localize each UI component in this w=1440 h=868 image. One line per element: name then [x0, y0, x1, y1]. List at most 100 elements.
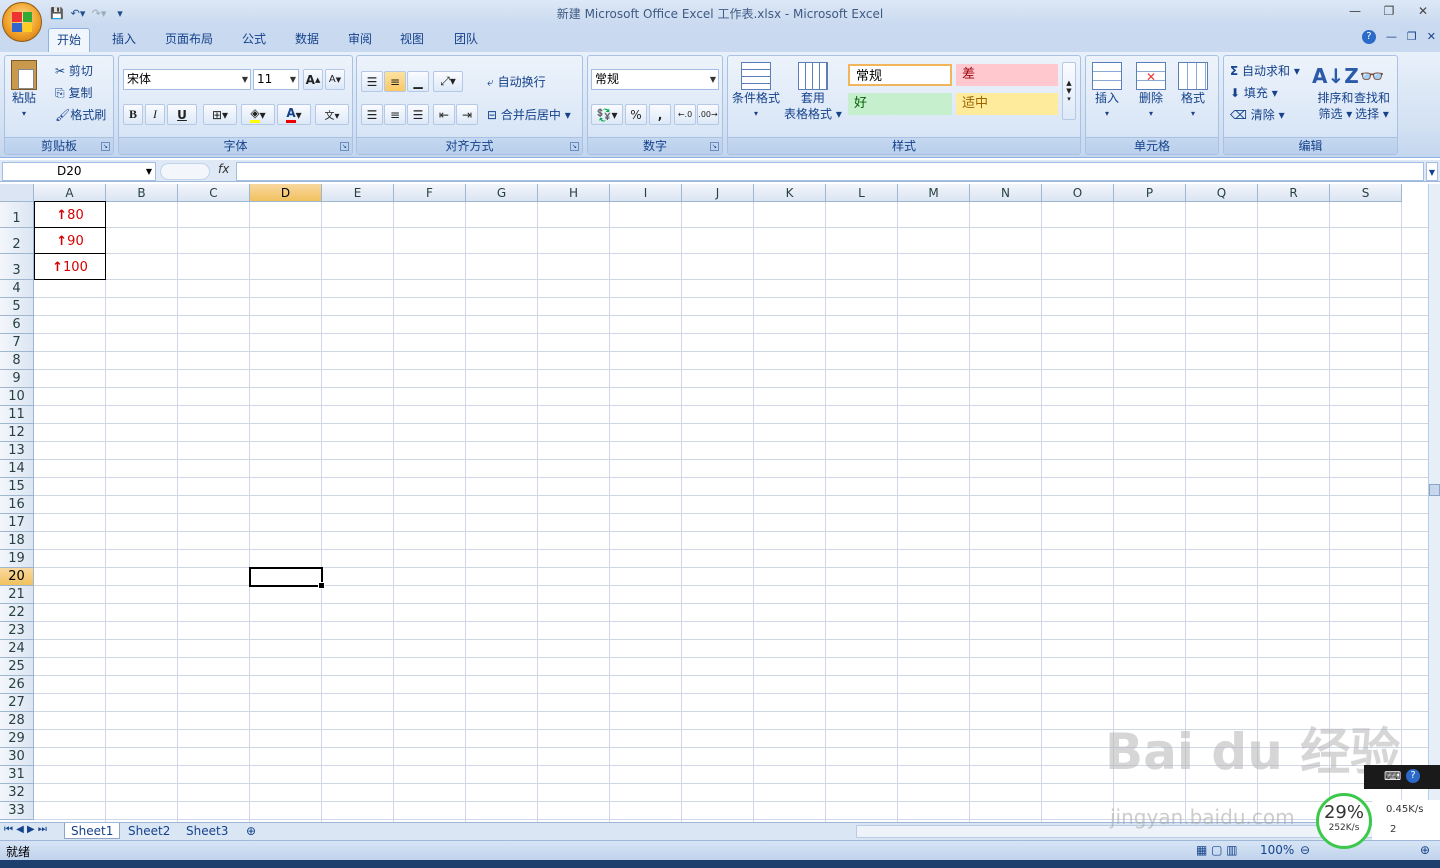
- row-header-26[interactable]: 26: [0, 676, 34, 694]
- scroll-thumb[interactable]: [1429, 484, 1440, 496]
- format-as-table-button[interactable]: 套用 表格格式 ▾: [784, 62, 842, 122]
- cell-A1[interactable]: ↑80: [34, 201, 106, 228]
- row-header-1[interactable]: 1: [0, 202, 34, 228]
- close-button[interactable]: ✕: [1406, 2, 1440, 22]
- italic-button[interactable]: I: [145, 104, 165, 125]
- accounting-format-button[interactable]: 💱▾: [591, 104, 623, 125]
- expand-formula-bar-icon[interactable]: ▼: [1426, 162, 1438, 181]
- percent-button[interactable]: %: [625, 104, 647, 125]
- shrink-font-button[interactable]: A ▼: [325, 69, 345, 90]
- copy-button[interactable]: ⎘ 复制: [55, 84, 92, 101]
- zoom-level[interactable]: 100%: [1260, 843, 1294, 857]
- row-header-2[interactable]: 2: [0, 228, 34, 254]
- tab-formulas[interactable]: 公式: [234, 28, 274, 52]
- insert-sheet-icon[interactable]: ⊕: [240, 823, 262, 839]
- number-launcher-icon[interactable]: ↘: [710, 142, 719, 151]
- column-header-F[interactable]: F: [394, 184, 466, 202]
- style-normal[interactable]: 常规: [848, 64, 952, 86]
- align-right-button[interactable]: ☰: [407, 104, 429, 125]
- ime-help-icon[interactable]: ?: [1406, 769, 1420, 783]
- cell-A3[interactable]: ↑100: [34, 253, 106, 280]
- workbook-minimize-icon[interactable]: —: [1386, 30, 1397, 44]
- clear-button[interactable]: ⌫ 清除 ▾: [1230, 106, 1285, 123]
- style-neutral[interactable]: 适中: [956, 93, 1058, 115]
- row-header-33[interactable]: 33: [0, 802, 34, 820]
- wrap-text-button[interactable]: ⤶ 自动换行: [487, 73, 546, 90]
- insert-function-icon[interactable]: fx: [218, 162, 229, 176]
- row-header-31[interactable]: 31: [0, 766, 34, 784]
- fill-button[interactable]: ⬇ 填充 ▾: [1230, 84, 1278, 101]
- row-header-25[interactable]: 25: [0, 658, 34, 676]
- workbook-close-icon[interactable]: ✕: [1427, 30, 1436, 44]
- decrease-indent-button[interactable]: ⇤: [433, 104, 455, 125]
- formula-input[interactable]: [236, 162, 1424, 181]
- row-header-32[interactable]: 32: [0, 784, 34, 802]
- row-header-13[interactable]: 13: [0, 442, 34, 460]
- tab-team[interactable]: 团队: [446, 28, 486, 52]
- font-launcher-icon[interactable]: ↘: [340, 142, 349, 151]
- format-painter-button[interactable]: 🖌格式刷: [55, 106, 106, 123]
- restore-button[interactable]: ❐: [1372, 2, 1406, 22]
- row-header-10[interactable]: 10: [0, 388, 34, 406]
- column-header-P[interactable]: P: [1114, 184, 1186, 202]
- view-buttons[interactable]: ▦ ▢ ▥: [1196, 843, 1238, 857]
- zoom-in-icon[interactable]: ⊕: [1420, 843, 1430, 857]
- row-header-23[interactable]: 23: [0, 622, 34, 640]
- column-header-N[interactable]: N: [970, 184, 1042, 202]
- row-header-12[interactable]: 12: [0, 424, 34, 442]
- style-good[interactable]: 好: [848, 93, 952, 115]
- column-header-B[interactable]: B: [106, 184, 178, 202]
- row-header-9[interactable]: 9: [0, 370, 34, 388]
- find-select-button[interactable]: 👓 查找和 选择 ▾: [1354, 62, 1390, 122]
- tab-home[interactable]: 开始: [48, 28, 91, 52]
- cell-A2[interactable]: ↑90: [34, 227, 106, 254]
- row-header-6[interactable]: 6: [0, 316, 34, 334]
- tab-view[interactable]: 视图: [392, 28, 432, 52]
- merge-center-button[interactable]: ⊟ 合并后居中 ▾: [487, 106, 571, 123]
- format-cells-button[interactable]: 格式 ▾: [1178, 62, 1208, 122]
- clipboard-launcher-icon[interactable]: ↘: [101, 142, 110, 151]
- tab-data[interactable]: 数据: [287, 28, 327, 52]
- sheet-tab-2[interactable]: Sheet2: [122, 823, 176, 839]
- sort-filter-button[interactable]: A↓Z 排序和 筛选 ▾: [1312, 62, 1359, 122]
- font-color-button[interactable]: A ▾: [277, 104, 311, 125]
- row-header-24[interactable]: 24: [0, 640, 34, 658]
- grow-font-button[interactable]: A ▲: [303, 69, 323, 90]
- autosum-button[interactable]: Σ 自动求和 ▾: [1230, 62, 1300, 79]
- column-header-O[interactable]: O: [1042, 184, 1114, 202]
- row-header-5[interactable]: 5: [0, 298, 34, 316]
- row-header-17[interactable]: 17: [0, 514, 34, 532]
- tab-insert[interactable]: 插入: [104, 28, 144, 52]
- conditional-formatting-button[interactable]: 条件格式 ▾: [732, 62, 780, 122]
- decrease-decimal-button[interactable]: .00→: [697, 104, 719, 125]
- column-header-C[interactable]: C: [178, 184, 250, 202]
- help-icon[interactable]: ?: [1361, 30, 1376, 44]
- network-monitor-widget[interactable]: 29% 252K/s: [1316, 793, 1372, 849]
- vertical-scrollbar[interactable]: [1428, 184, 1440, 822]
- select-all-corner[interactable]: [0, 184, 34, 202]
- row-header-22[interactable]: 22: [0, 604, 34, 622]
- column-header-H[interactable]: H: [538, 184, 610, 202]
- underline-button[interactable]: U: [167, 104, 197, 125]
- column-header-I[interactable]: I: [610, 184, 682, 202]
- increase-decimal-button[interactable]: ←.0: [674, 104, 696, 125]
- row-header-18[interactable]: 18: [0, 532, 34, 550]
- name-box[interactable]: D20 ▼: [2, 162, 156, 181]
- sheet-tab-3[interactable]: Sheet3: [180, 823, 234, 839]
- row-header-7[interactable]: 7: [0, 334, 34, 352]
- increase-indent-button[interactable]: ⇥: [456, 104, 478, 125]
- align-left-button[interactable]: ☰: [361, 104, 383, 125]
- phonetic-button[interactable]: 文▾: [315, 104, 349, 125]
- align-middle-button[interactable]: ≡: [384, 71, 406, 92]
- row-header-19[interactable]: 19: [0, 550, 34, 568]
- paste-button[interactable]: 粘贴 ▾: [11, 60, 37, 122]
- tab-review[interactable]: 审阅: [340, 28, 380, 52]
- align-center-button[interactable]: ≡: [384, 104, 406, 125]
- style-bad[interactable]: 差: [956, 64, 1058, 86]
- active-cell-D20[interactable]: [249, 567, 325, 589]
- borders-button[interactable]: ⊞▾: [203, 104, 237, 125]
- row-header-3[interactable]: 3: [0, 254, 34, 280]
- formula-bar-expander[interactable]: [160, 163, 210, 180]
- minimize-button[interactable]: —: [1338, 2, 1372, 22]
- zoom-out-icon[interactable]: ⊖: [1300, 843, 1310, 857]
